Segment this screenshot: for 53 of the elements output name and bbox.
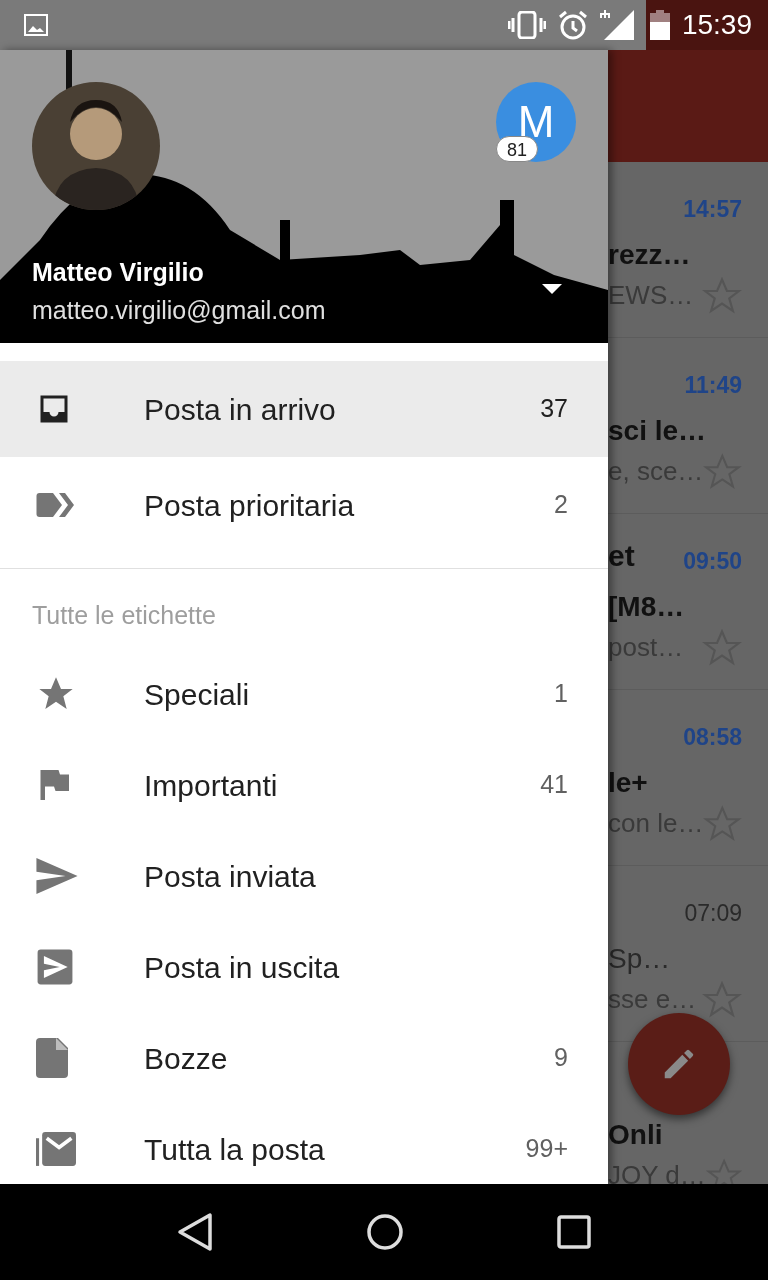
item-label: Posta in uscita [144,949,341,986]
message-subject: rezz… [608,238,692,272]
recents-icon[interactable] [557,1215,592,1249]
star-outline-icon[interactable] [702,980,742,1019]
back-icon[interactable] [176,1212,213,1252]
drawer-item[interactable]: Posta inviata [0,830,608,922]
message-subject: [M8… [608,590,686,624]
message-subject: sci le… [608,414,708,448]
message-sender: et [608,538,635,574]
account-email: matteo.virgilio@gmail.com [32,295,326,326]
send-icon [36,858,78,894]
drawer-item[interactable]: Importanti 41 [0,739,608,831]
item-label: Posta in arrivo [144,391,337,428]
star-outline-icon[interactable] [705,1156,742,1184]
message-time: 08:58 [683,722,742,752]
drawer-item[interactable]: Speciali 1 [0,648,608,740]
item-count: 9 [554,1042,569,1074]
dropdown-icon[interactable] [542,284,562,294]
mail-stack-icon [36,1132,76,1166]
item-count: 37 [540,393,569,425]
item-label: Bozze [144,1040,229,1077]
outbox-icon [36,948,74,986]
drawer-item[interactable]: Bozze 9 [0,1012,608,1104]
alarm-icon [557,10,588,40]
drawer-item[interactable]: Tutta la posta 99+ [0,1103,608,1184]
item-count: 1 [554,678,569,710]
message-time: 11:49 [684,370,742,400]
item-count: 41 [540,769,569,801]
drawer-item[interactable]: Posta in arrivo 37 [0,361,608,457]
image-icon [24,14,48,36]
message-time: 09:50 [683,546,742,576]
message-time: 14:57 [683,194,742,224]
message-subject: Sp… [608,942,672,976]
battery-icon [649,10,670,40]
message-time: 07:09 [684,898,742,928]
item-label: Posta inviata [144,858,317,895]
signal-icon [599,10,634,40]
drawer-item[interactable]: Posta in uscita [0,921,608,1013]
item-label: Posta prioritaria [144,487,356,524]
document-icon [36,1038,68,1078]
item-count: 2 [554,489,569,521]
message-subject: Onli [608,1118,664,1152]
item-label: Tutta la posta [144,1131,326,1168]
message-subject: le+ [608,766,649,800]
vibrate-icon [507,11,546,39]
section-heading: Tutte le etichette [31,600,217,631]
account-name: Matteo Virgilio [32,257,204,288]
clock-time: 15:39 [681,8,752,42]
item-label: Speciali [144,676,251,713]
drawer-item[interactable]: Posta prioritaria 2 [0,457,608,553]
item-count: 99+ [525,1133,569,1165]
home-icon[interactable] [366,1213,404,1251]
item-label: Importanti [144,767,279,804]
